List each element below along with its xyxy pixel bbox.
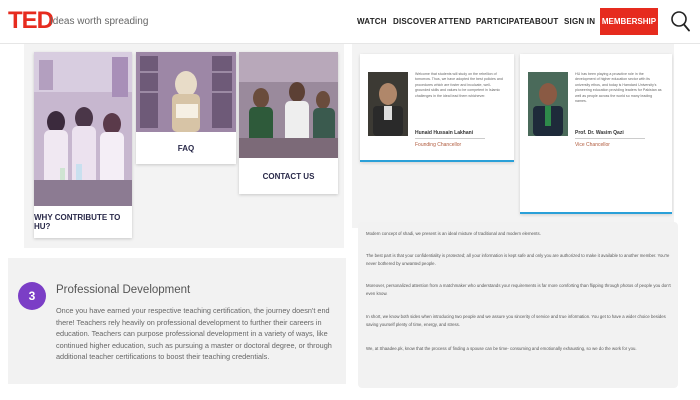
- article-box: [358, 222, 678, 388]
- meeting-photo: [239, 52, 338, 158]
- nav-discover[interactable]: DISCOVER: [393, 17, 436, 26]
- search-icon[interactable]: [670, 10, 690, 32]
- testimonial-quote: Welcome that students will study on the …: [415, 72, 503, 98]
- divider: [415, 138, 485, 139]
- article-paragraph: In short, we know both sides when introd…: [366, 314, 666, 327]
- nav-watch[interactable]: WATCH: [357, 17, 387, 26]
- contact-us-label: CONTACT US: [262, 171, 315, 181]
- membership-button[interactable]: MEMBERSHIP: [600, 8, 658, 35]
- testimonial-role: Founding Chancellor: [415, 142, 462, 148]
- testimonial-role: Vice Chancellor: [575, 142, 610, 148]
- divider: [575, 138, 645, 139]
- contact-us-card[interactable]: CONTACT US: [239, 52, 338, 194]
- article-paragraph: Moreover, personalized attention from a …: [366, 283, 671, 296]
- library-photo: [136, 52, 236, 132]
- step-number-badge: 3: [18, 282, 46, 310]
- ted-logo[interactable]: TED: [8, 9, 54, 33]
- why-contribute-label: WHY CONTRIBUTE TO HU?: [34, 213, 121, 231]
- section-body: Once you have earned your respective tea…: [56, 306, 332, 361]
- card-accent-line: [360, 160, 514, 162]
- testimonial-card: HU has been playing a proactive role in …: [520, 54, 672, 214]
- faq-label: FAQ: [177, 143, 195, 153]
- testimonial-card: Welcome that students will study on the …: [360, 54, 514, 162]
- vice-chancellor-photo: [528, 72, 568, 136]
- nav-sign-in[interactable]: SIGN IN: [564, 17, 595, 26]
- nav-about[interactable]: ABOUT: [529, 17, 558, 26]
- faq-card[interactable]: FAQ: [136, 52, 236, 164]
- testimonial-name: Prof. Dr. Wasim Qazi: [575, 130, 624, 136]
- card-accent-line: [520, 212, 672, 214]
- lab-students-photo: [34, 52, 132, 206]
- article-paragraph: Modern concept of shadi, we present is a…: [366, 231, 541, 236]
- nav-attend[interactable]: ATTEND: [438, 17, 471, 26]
- article-paragraph: We, at Shaadee.pk, know that the process…: [366, 346, 637, 351]
- testimonial-quote: HU has been playing a proactive role in …: [575, 72, 662, 104]
- founder-photo: [368, 72, 408, 136]
- why-contribute-card[interactable]: WHY CONTRIBUTE TO HU?: [34, 52, 132, 238]
- section-title: Professional Development: [56, 284, 191, 296]
- testimonial-name: Hunaid Hussain Lakhani: [415, 130, 474, 136]
- top-navigation-bar: TED Ideas worth spreading WATCH DISCOVER…: [0, 0, 700, 44]
- article-paragraph: The best part is that your confidentiali…: [366, 253, 670, 266]
- nav-participate[interactable]: PARTICIPATE: [476, 17, 530, 26]
- tagline: Ideas worth spreading: [50, 16, 149, 27]
